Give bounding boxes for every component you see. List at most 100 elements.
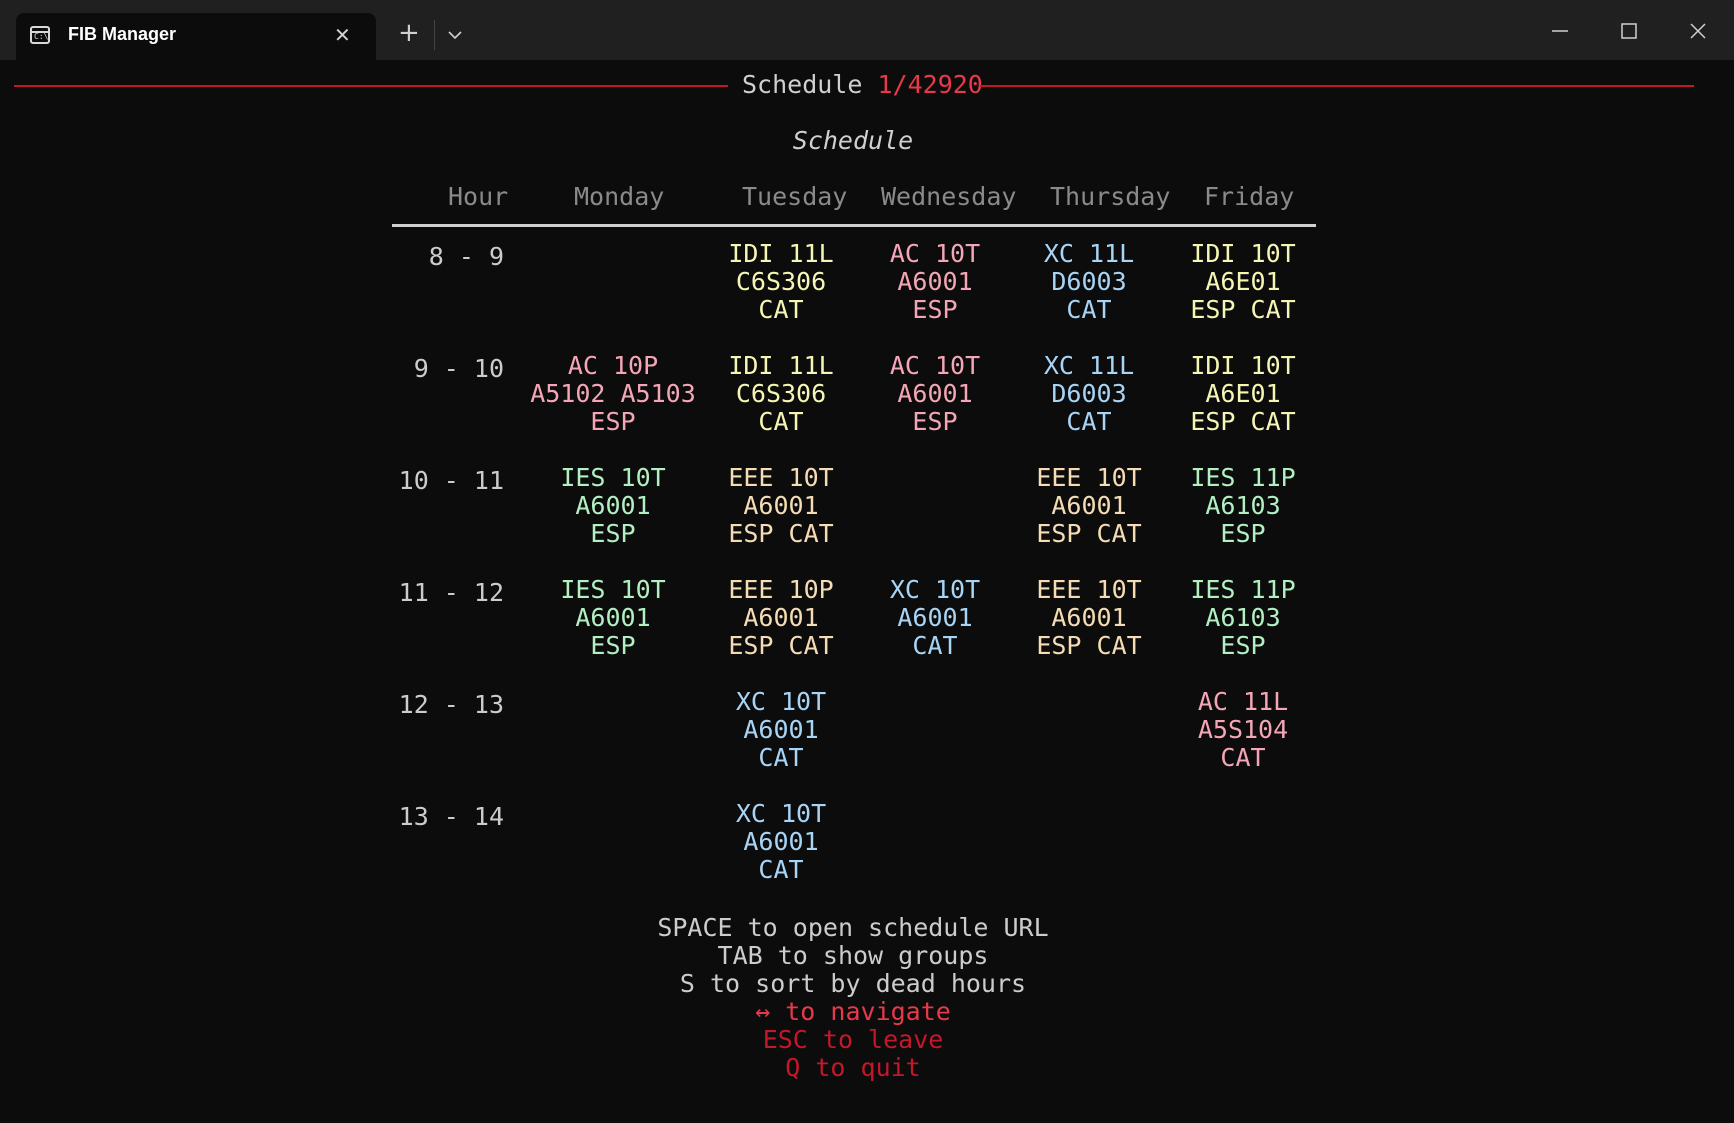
class-cell: AC 10P A5102 A5103 ESP: [528, 352, 698, 436]
class-subject: IES 10T: [560, 463, 666, 492]
header-divider: [392, 224, 1316, 227]
class-cell: XC 10T A6001 CAT: [850, 576, 1020, 660]
header-rule-right: [980, 85, 1694, 87]
new-tab-icon[interactable]: +: [398, 18, 420, 48]
class-subject: AC 11L: [1197, 687, 1289, 716]
class-language: ESP: [1220, 519, 1266, 548]
class-subject: IDI 11L: [728, 351, 834, 380]
schedule-index: 1/42920: [877, 70, 983, 99]
class-cell: EEE 10T A6001 ESP CAT: [696, 464, 866, 548]
class-language: CAT: [758, 743, 804, 772]
class-subject: XC 10T: [889, 575, 981, 604]
class-language: ESP CAT: [1036, 631, 1142, 660]
class-cell: XC 10T A6001 CAT: [696, 688, 866, 772]
column-header-thursday: Thursday: [1050, 182, 1171, 211]
class-cell: AC 10T A6001 ESP: [850, 352, 1020, 436]
class-language: ESP CAT: [728, 519, 834, 548]
help-line: TAB to show groups: [717, 941, 989, 970]
class-room: A5102 A5103: [530, 379, 696, 408]
divider: [434, 20, 435, 50]
help-line: S to sort by dead hours: [679, 969, 1027, 998]
class-room: A6001: [897, 603, 973, 632]
class-cell: IDI 10T A6E01 ESP CAT: [1158, 352, 1328, 436]
class-subject: AC 10P: [567, 351, 659, 380]
class-subject: AC 10T: [889, 239, 981, 268]
class-room: A6103: [1205, 603, 1281, 632]
title-bar: C:\ FIB Manager ✕ +: [0, 0, 1734, 60]
terminal-icon: C:\: [30, 26, 50, 44]
column-header-monday: Monday: [574, 182, 665, 211]
class-cell: IES 10T A6001 ESP: [528, 576, 698, 660]
minimize-icon[interactable]: [1552, 30, 1568, 32]
class-room: A6001: [897, 267, 973, 296]
class-room: A6001: [575, 491, 651, 520]
class-subject: IES 10T: [560, 575, 666, 604]
class-language: ESP: [1220, 631, 1266, 660]
hour-label: 11 - 12: [398, 578, 504, 607]
hour-label: 10 - 11: [398, 466, 504, 495]
class-language: ESP CAT: [1036, 519, 1142, 548]
column-header-wednesday: Wednesday: [881, 182, 1017, 211]
class-room: A6001: [743, 491, 819, 520]
tab-title: FIB Manager: [68, 24, 177, 44]
class-room: D6003: [1051, 379, 1127, 408]
class-subject: XC 11L: [1043, 239, 1135, 268]
class-cell: IES 11P A6103 ESP: [1158, 576, 1328, 660]
class-language: ESP CAT: [1190, 407, 1296, 436]
class-room: A6E01: [1205, 267, 1281, 296]
hour-label: 8 - 9: [428, 242, 504, 271]
help-line: ESC to leave: [762, 1025, 944, 1054]
class-subject: AC 10T: [889, 351, 981, 380]
class-room: A6001: [743, 715, 819, 744]
class-room: A6103: [1205, 491, 1281, 520]
class-language: ESP: [590, 631, 636, 660]
header-rule-left: [14, 85, 728, 87]
class-language: CAT: [758, 407, 804, 436]
class-cell: IDI 11L C6S306 CAT: [696, 352, 866, 436]
class-language: ESP: [912, 407, 958, 436]
class-cell: EEE 10T A6001 ESP CAT: [1004, 576, 1174, 660]
class-language: CAT: [758, 855, 804, 884]
class-language: ESP CAT: [728, 631, 834, 660]
class-cell: EEE 10T A6001 ESP CAT: [1004, 464, 1174, 548]
schedule-title: Schedule: [792, 126, 914, 155]
class-cell: IDI 10T A6E01 ESP CAT: [1158, 240, 1328, 324]
close-icon[interactable]: [1690, 23, 1706, 39]
class-subject: IDI 10T: [1190, 239, 1296, 268]
maximize-icon[interactable]: [1621, 23, 1637, 39]
help-line: SPACE to open schedule URL: [657, 913, 1049, 942]
class-subject: EEE 10T: [1036, 463, 1142, 492]
class-room: A5S104: [1197, 715, 1289, 744]
column-header-friday: Friday: [1204, 182, 1295, 211]
class-language: CAT: [758, 295, 804, 324]
class-language: ESP: [912, 295, 958, 324]
class-room: A6001: [897, 379, 973, 408]
header-label: Schedule: [742, 70, 863, 99]
class-cell: AC 10T A6001 ESP: [850, 240, 1020, 324]
class-cell: IES 11P A6103 ESP: [1158, 464, 1328, 548]
help-line: Q to quit: [785, 1053, 921, 1082]
class-language: CAT: [1066, 295, 1112, 324]
class-subject: IDI 10T: [1190, 351, 1296, 380]
class-room: A6001: [743, 603, 819, 632]
class-subject: EEE 10T: [728, 463, 834, 492]
class-subject: XC 10T: [735, 799, 827, 828]
class-cell: XC 11L D6003 CAT: [1004, 240, 1174, 324]
chevron-down-icon[interactable]: [448, 30, 462, 40]
class-cell: XC 11L D6003 CAT: [1004, 352, 1174, 436]
class-room: A6001: [743, 827, 819, 856]
class-language: ESP CAT: [1190, 295, 1296, 324]
hour-label: 9 - 10: [413, 354, 504, 383]
column-header-tuesday: Tuesday: [742, 182, 848, 211]
class-subject: XC 11L: [1043, 351, 1135, 380]
class-subject: EEE 10T: [1036, 575, 1142, 604]
hour-label: 12 - 13: [398, 690, 504, 719]
class-subject: IES 11P: [1190, 575, 1296, 604]
class-language: CAT: [1220, 743, 1266, 772]
class-subject: EEE 10P: [728, 575, 834, 604]
tab-close-icon[interactable]: ✕: [334, 23, 351, 47]
class-language: CAT: [1066, 407, 1112, 436]
class-cell: XC 10T A6001 CAT: [696, 800, 866, 884]
tab-fib-manager[interactable]: C:\ FIB Manager ✕: [16, 13, 376, 60]
class-language: CAT: [912, 631, 958, 660]
